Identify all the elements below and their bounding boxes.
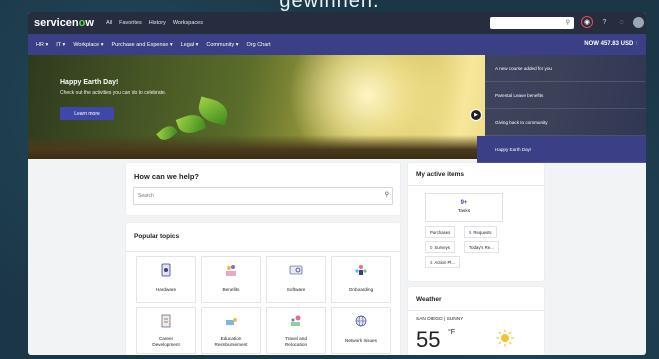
- arrow-up-icon: ↑: [635, 41, 638, 47]
- menu-community[interactable]: Community ▾: [206, 42, 238, 48]
- surveys-chip[interactable]: 0 Surveys: [425, 241, 455, 253]
- menu-purchase-expense[interactable]: Purchase and Expense ▾: [111, 42, 172, 48]
- weather-unit: °F: [448, 329, 456, 336]
- search-icon[interactable]: ⚲: [385, 191, 389, 198]
- topic-career-development[interactable]: Career Development: [136, 307, 196, 354]
- topic-travel-relocation[interactable]: Travel and Relocation: [266, 307, 326, 354]
- hero-title: Happy Earth Day!: [60, 79, 119, 86]
- nav-history[interactable]: History: [149, 20, 166, 26]
- menu-workplace[interactable]: Workplace ▾: [73, 42, 103, 48]
- notifications-bell-icon[interactable]: ◌: [616, 17, 627, 28]
- carousel-item[interactable]: A new course added for you: [485, 55, 646, 82]
- help-search-input[interactable]: Search ⚲: [133, 187, 393, 205]
- popular-topics-title: Popular topics: [134, 233, 180, 240]
- topic-onboarding[interactable]: Onboarding: [331, 256, 391, 303]
- nav-workspaces[interactable]: Workspaces: [173, 20, 203, 26]
- topic-network-issues[interactable]: Network Issues: [331, 307, 391, 354]
- weather-title: Weather: [416, 296, 442, 303]
- active-items-title: My active items: [416, 171, 465, 178]
- menu-hr[interactable]: HR ▾: [36, 42, 48, 48]
- weather-location: SAN DIEGO | SUNNY: [416, 317, 464, 322]
- hero-subtitle: Check out the activities you can do to c…: [60, 90, 167, 96]
- weather-temperature: 55: [416, 327, 441, 352]
- menu-legal[interactable]: Legal ▾: [181, 42, 199, 48]
- carousel-item[interactable]: Parental Leave benefits: [485, 82, 646, 109]
- travel-icon: [291, 315, 301, 326]
- onboarding-icon: [355, 265, 367, 275]
- nav-favorites[interactable]: Favorites: [119, 20, 142, 26]
- requests-chip[interactable]: 5 Requests: [464, 226, 497, 238]
- servicenow-logo[interactable]: servicenow: [34, 17, 94, 29]
- topic-hardware[interactable]: Hardware: [136, 256, 196, 303]
- stock-balance: NOW 457.83 USD ↑: [584, 41, 638, 47]
- my-active-items-panel: My active items 9+ Tasks Purchases 5 Requ…: [408, 163, 544, 281]
- top-navbar: servicenow All Favorites History Workspa…: [28, 12, 646, 34]
- carousel-list: A new course added for you Parental Leav…: [477, 55, 646, 163]
- network-globe-icon: [355, 315, 367, 327]
- todays-reports-chip[interactable]: Today's Re...: [464, 241, 499, 253]
- servicenow-portal: servicenow All Favorites History Workspa…: [28, 12, 646, 355]
- career-icon: [161, 314, 171, 328]
- popular-topics-panel: Popular topics Hardware Benefits Softwar…: [126, 223, 400, 355]
- avatar[interactable]: [633, 16, 644, 28]
- topic-education-reimbursement[interactable]: Education Reimbursement: [201, 307, 261, 354]
- sidebar-toggle-icon[interactable]: ◉: [581, 16, 593, 28]
- menu-org-chart[interactable]: Org Chart: [247, 42, 271, 48]
- benefits-icon: [226, 265, 236, 276]
- help-title: How can we help?: [134, 172, 200, 181]
- portal-menu-bar: HR ▾ IT ▾ Workplace ▾ Purchase and Expen…: [28, 34, 646, 55]
- sun-icon: [496, 329, 514, 347]
- tasks-card[interactable]: 9+ Tasks: [425, 193, 503, 222]
- topic-benefits[interactable]: Benefits: [201, 256, 261, 303]
- action-plans-chip[interactable]: 3 Action Pl...: [425, 256, 460, 268]
- help-panel: How can we help? Search ⚲: [126, 163, 400, 215]
- help-icon[interactable]: ?: [599, 17, 610, 28]
- carousel-item[interactable]: Giving back to community: [485, 109, 646, 136]
- education-icon: [226, 318, 237, 325]
- menu-it[interactable]: IT ▾: [56, 42, 65, 48]
- software-icon: [289, 265, 303, 275]
- carousel-item-current[interactable]: Happy Earth Day!: [477, 136, 646, 163]
- weather-panel: Weather SAN DIEGO | SUNNY 55 °F: [408, 287, 544, 355]
- hardware-icon: [161, 263, 171, 277]
- search-icon: ⚲: [565, 20, 570, 26]
- purchases-chip[interactable]: Purchases: [425, 226, 456, 238]
- play-pause-icon[interactable]: ▶: [470, 109, 482, 121]
- global-search-input[interactable]: ⚲: [490, 17, 574, 29]
- nav-all[interactable]: All: [106, 20, 112, 26]
- topic-software[interactable]: Software: [266, 256, 326, 303]
- learn-more-button[interactable]: Learn more: [60, 107, 114, 120]
